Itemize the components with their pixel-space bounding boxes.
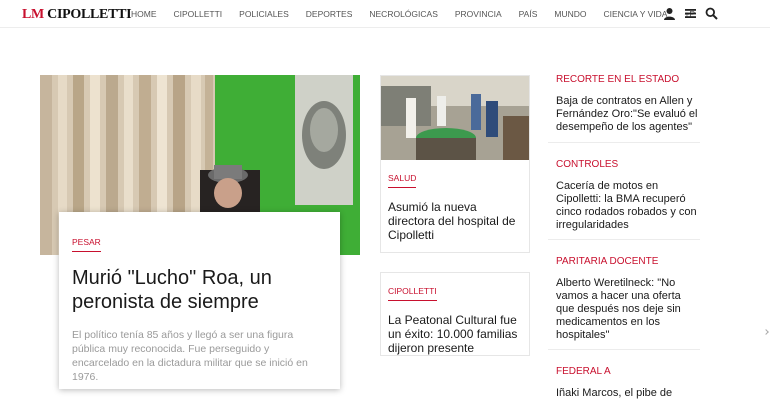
side-title[interactable]: Cacería de motos en Cipolletti: la BMA r…	[556, 180, 701, 232]
nav-provincia[interactable]: PROVINCIA	[455, 9, 502, 19]
site-logo[interactable]: LM CIPOLLETTI	[22, 7, 132, 23]
chevron-left-icon[interactable]	[763, 329, 769, 335]
nav-necrologicas[interactable]: NECROLÓGICAS	[369, 9, 438, 19]
nav-home[interactable]: HOME	[131, 9, 157, 19]
article-category[interactable]: CIPOLLETTI	[388, 286, 437, 301]
header-icons	[663, 7, 718, 20]
side-category[interactable]: CONTROLES	[556, 159, 701, 170]
top-navigation-bar: LM CIPOLLETTI HOME CIPOLLETTI POLICIALES…	[0, 0, 770, 28]
search-icon[interactable]	[705, 7, 718, 20]
side-article[interactable]: FEDERAL A Iñaki Marcos, el pibe de	[556, 366, 701, 400]
hero-category[interactable]: PESAR	[72, 237, 101, 252]
side-title[interactable]: Alberto Weretilneck: "No vamos a hacer u…	[556, 277, 701, 342]
side-category[interactable]: FEDERAL A	[556, 366, 701, 377]
divider	[548, 349, 700, 350]
side-title[interactable]: Baja de contratos en Allen y Fernández O…	[556, 95, 701, 134]
nav-pais[interactable]: PAÍS	[519, 9, 538, 19]
nav-policiales[interactable]: POLICIALES	[239, 9, 289, 19]
nav-ciencia-y-vida[interactable]: CIENCIA Y VIDA	[604, 9, 668, 19]
nav-mundo[interactable]: MUNDO	[554, 9, 586, 19]
nav-cipolletti[interactable]: CIPOLLETTI	[174, 9, 223, 19]
side-category[interactable]: PARITARIA DOCENTE	[556, 256, 701, 267]
logo-city: CIPOLLETTI	[47, 7, 132, 22]
article-thumbnail[interactable]	[381, 76, 529, 160]
nav-deportes[interactable]: DEPORTES	[306, 9, 353, 19]
article-card-cipolletti[interactable]: CIPOLLETTI La Peatonal Cultural fue un é…	[380, 272, 530, 356]
main-nav: HOME CIPOLLETTI POLICIALES DEPORTES NECR…	[131, 9, 712, 19]
article-title[interactable]: Asumió la nueva directora del hospital d…	[388, 200, 522, 242]
hero-article-card[interactable]: PESAR Murió "Lucho" Roa, un peronista de…	[59, 212, 340, 389]
hero-title[interactable]: Murió "Lucho" Roa, un peronista de siemp…	[72, 266, 327, 314]
article-card-salud[interactable]: SALUD Asumió la nueva directora del hosp…	[380, 75, 530, 253]
article-category[interactable]: SALUD	[388, 173, 417, 188]
logo-lm: LM	[22, 7, 44, 22]
side-category[interactable]: RECORTE EN EL ESTADO	[556, 74, 701, 85]
divider	[548, 239, 700, 240]
user-icon[interactable]	[663, 7, 676, 20]
side-article[interactable]: CONTROLES Cacería de motos en Cipolletti…	[556, 159, 701, 232]
side-title[interactable]: Iñaki Marcos, el pibe de	[556, 387, 701, 400]
side-article[interactable]: PARITARIA DOCENTE Alberto Weretilneck: "…	[556, 256, 701, 342]
menu-icon[interactable]	[684, 7, 697, 20]
side-article[interactable]: RECORTE EN EL ESTADO Baja de contratos e…	[556, 74, 701, 134]
article-title[interactable]: La Peatonal Cultural fue un éxito: 10.00…	[388, 313, 522, 355]
divider	[548, 142, 700, 143]
hero-summary: El político tenía 85 años y llegó a ser …	[72, 329, 308, 383]
